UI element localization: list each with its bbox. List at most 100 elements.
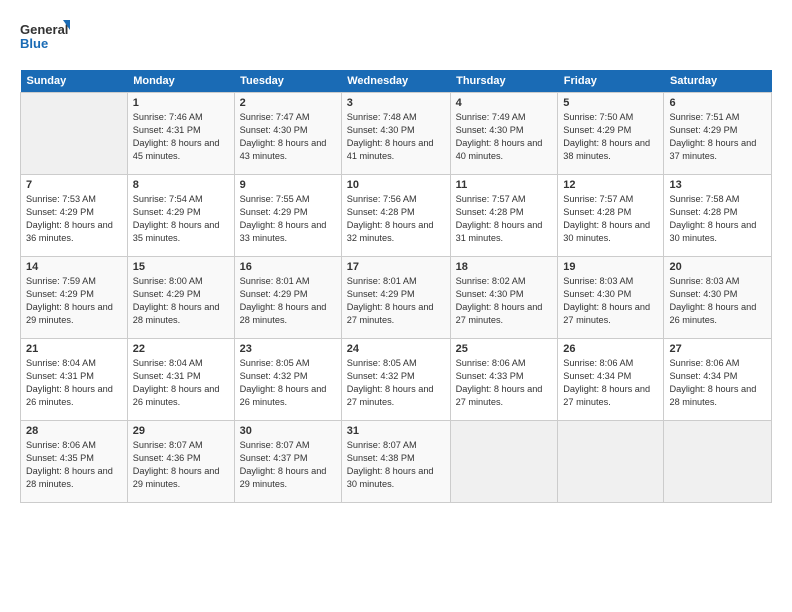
day-info: Sunrise: 7:47 AMSunset: 4:30 PMDaylight:… [240,111,336,163]
weekday-header-friday: Friday [558,70,664,93]
weekday-header-sunday: Sunday [21,70,128,93]
calendar-cell: 31 Sunrise: 8:07 AMSunset: 4:38 PMDaylig… [341,421,450,503]
day-number: 20 [669,261,766,273]
weekday-header-row: SundayMondayTuesdayWednesdayThursdayFrid… [21,70,772,93]
day-number: 18 [456,261,553,273]
day-info: Sunrise: 7:49 AMSunset: 4:30 PMDaylight:… [456,111,553,163]
calendar-cell: 6 Sunrise: 7:51 AMSunset: 4:29 PMDayligh… [664,93,772,175]
calendar-cell: 30 Sunrise: 8:07 AMSunset: 4:37 PMDaylig… [234,421,341,503]
day-info: Sunrise: 7:48 AMSunset: 4:30 PMDaylight:… [347,111,445,163]
calendar-cell: 14 Sunrise: 7:59 AMSunset: 4:29 PMDaylig… [21,257,128,339]
calendar-cell: 22 Sunrise: 8:04 AMSunset: 4:31 PMDaylig… [127,339,234,421]
day-number: 13 [669,179,766,191]
calendar-cell: 12 Sunrise: 7:57 AMSunset: 4:28 PMDaylig… [558,175,664,257]
weekday-header-monday: Monday [127,70,234,93]
day-number: 16 [240,261,336,273]
calendar-cell: 10 Sunrise: 7:56 AMSunset: 4:28 PMDaylig… [341,175,450,257]
calendar-cell: 28 Sunrise: 8:06 AMSunset: 4:35 PMDaylig… [21,421,128,503]
calendar-cell: 19 Sunrise: 8:03 AMSunset: 4:30 PMDaylig… [558,257,664,339]
day-info: Sunrise: 7:53 AMSunset: 4:29 PMDaylight:… [26,193,122,245]
calendar-cell: 9 Sunrise: 7:55 AMSunset: 4:29 PMDayligh… [234,175,341,257]
day-number: 24 [347,343,445,355]
calendar-cell: 21 Sunrise: 8:04 AMSunset: 4:31 PMDaylig… [21,339,128,421]
day-number: 12 [563,179,658,191]
calendar-cell: 5 Sunrise: 7:50 AMSunset: 4:29 PMDayligh… [558,93,664,175]
calendar-cell: 7 Sunrise: 7:53 AMSunset: 4:29 PMDayligh… [21,175,128,257]
day-info: Sunrise: 8:07 AMSunset: 4:36 PMDaylight:… [133,439,229,491]
day-info: Sunrise: 7:54 AMSunset: 4:29 PMDaylight:… [133,193,229,245]
svg-text:Blue: Blue [20,36,48,51]
day-number: 7 [26,179,122,191]
day-number: 3 [347,97,445,109]
calendar-cell: 27 Sunrise: 8:06 AMSunset: 4:34 PMDaylig… [664,339,772,421]
calendar-cell [450,421,558,503]
calendar-cell: 8 Sunrise: 7:54 AMSunset: 4:29 PMDayligh… [127,175,234,257]
day-number: 4 [456,97,553,109]
day-number: 27 [669,343,766,355]
day-number: 22 [133,343,229,355]
day-info: Sunrise: 7:50 AMSunset: 4:29 PMDaylight:… [563,111,658,163]
calendar-cell [664,421,772,503]
day-info: Sunrise: 8:04 AMSunset: 4:31 PMDaylight:… [26,357,122,409]
header: General Blue [20,16,772,60]
day-info: Sunrise: 8:05 AMSunset: 4:32 PMDaylight:… [347,357,445,409]
day-info: Sunrise: 7:57 AMSunset: 4:28 PMDaylight:… [563,193,658,245]
day-info: Sunrise: 8:04 AMSunset: 4:31 PMDaylight:… [133,357,229,409]
logo: General Blue [20,16,70,60]
day-info: Sunrise: 8:03 AMSunset: 4:30 PMDaylight:… [563,275,658,327]
day-number: 15 [133,261,229,273]
svg-text:General: General [20,22,68,37]
day-info: Sunrise: 8:03 AMSunset: 4:30 PMDaylight:… [669,275,766,327]
calendar-cell [558,421,664,503]
day-info: Sunrise: 7:51 AMSunset: 4:29 PMDaylight:… [669,111,766,163]
calendar-week-3: 14 Sunrise: 7:59 AMSunset: 4:29 PMDaylig… [21,257,772,339]
day-number: 23 [240,343,336,355]
calendar-table: SundayMondayTuesdayWednesdayThursdayFrid… [20,70,772,503]
day-number: 6 [669,97,766,109]
weekday-header-saturday: Saturday [664,70,772,93]
day-number: 2 [240,97,336,109]
calendar-cell: 25 Sunrise: 8:06 AMSunset: 4:33 PMDaylig… [450,339,558,421]
calendar-cell: 11 Sunrise: 7:57 AMSunset: 4:28 PMDaylig… [450,175,558,257]
day-info: Sunrise: 8:06 AMSunset: 4:34 PMDaylight:… [563,357,658,409]
day-number: 10 [347,179,445,191]
day-number: 25 [456,343,553,355]
day-number: 31 [347,425,445,437]
day-number: 8 [133,179,229,191]
calendar-cell: 26 Sunrise: 8:06 AMSunset: 4:34 PMDaylig… [558,339,664,421]
weekday-header-tuesday: Tuesday [234,70,341,93]
weekday-header-thursday: Thursday [450,70,558,93]
calendar-cell: 13 Sunrise: 7:58 AMSunset: 4:28 PMDaylig… [664,175,772,257]
calendar-cell [21,93,128,175]
calendar-cell: 3 Sunrise: 7:48 AMSunset: 4:30 PMDayligh… [341,93,450,175]
day-info: Sunrise: 8:06 AMSunset: 4:35 PMDaylight:… [26,439,122,491]
day-info: Sunrise: 7:55 AMSunset: 4:29 PMDaylight:… [240,193,336,245]
day-info: Sunrise: 7:58 AMSunset: 4:28 PMDaylight:… [669,193,766,245]
calendar-cell: 17 Sunrise: 8:01 AMSunset: 4:29 PMDaylig… [341,257,450,339]
day-number: 17 [347,261,445,273]
day-info: Sunrise: 8:07 AMSunset: 4:37 PMDaylight:… [240,439,336,491]
day-number: 26 [563,343,658,355]
calendar-week-5: 28 Sunrise: 8:06 AMSunset: 4:35 PMDaylig… [21,421,772,503]
day-number: 21 [26,343,122,355]
calendar-cell: 18 Sunrise: 8:02 AMSunset: 4:30 PMDaylig… [450,257,558,339]
day-info: Sunrise: 8:01 AMSunset: 4:29 PMDaylight:… [240,275,336,327]
calendar-page: General Blue SundayMondayTuesdayWednesda… [0,0,792,612]
day-number: 28 [26,425,122,437]
calendar-cell: 29 Sunrise: 8:07 AMSunset: 4:36 PMDaylig… [127,421,234,503]
day-number: 9 [240,179,336,191]
day-number: 11 [456,179,553,191]
day-number: 1 [133,97,229,109]
day-number: 14 [26,261,122,273]
day-info: Sunrise: 7:56 AMSunset: 4:28 PMDaylight:… [347,193,445,245]
calendar-week-2: 7 Sunrise: 7:53 AMSunset: 4:29 PMDayligh… [21,175,772,257]
logo-svg: General Blue [20,16,70,60]
day-number: 5 [563,97,658,109]
calendar-cell: 23 Sunrise: 8:05 AMSunset: 4:32 PMDaylig… [234,339,341,421]
day-number: 19 [563,261,658,273]
day-info: Sunrise: 7:59 AMSunset: 4:29 PMDaylight:… [26,275,122,327]
day-info: Sunrise: 8:02 AMSunset: 4:30 PMDaylight:… [456,275,553,327]
day-info: Sunrise: 8:07 AMSunset: 4:38 PMDaylight:… [347,439,445,491]
day-info: Sunrise: 8:06 AMSunset: 4:33 PMDaylight:… [456,357,553,409]
calendar-cell: 2 Sunrise: 7:47 AMSunset: 4:30 PMDayligh… [234,93,341,175]
